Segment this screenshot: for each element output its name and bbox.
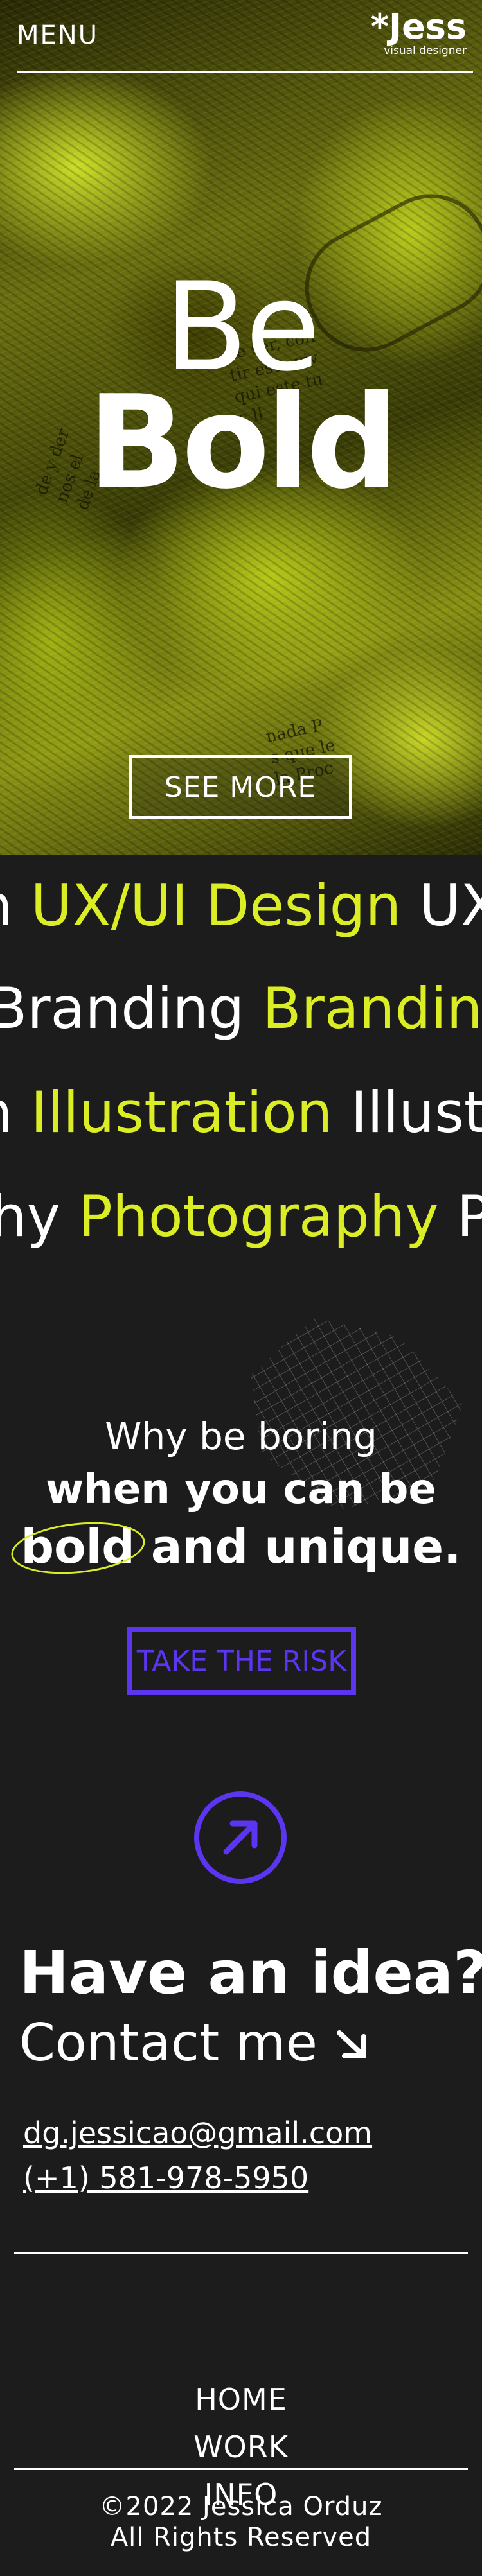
services-marquee: n UX/UI Design UX/ Branding Branding n Illus… xyxy=(0,855,482,1305)
why-text-line2: when you can be xyxy=(46,1466,436,1513)
menu-button[interactable]: MENU xyxy=(17,21,98,50)
nav-item-home[interactable]: HOME xyxy=(0,2376,482,2423)
nav-item-work[interactable]: WORK xyxy=(0,2423,482,2471)
copyright-line1: ©2022 Jessica Orduz xyxy=(99,2492,383,2521)
hero-section: de ser, con tir este viv qui este tu s l… xyxy=(0,0,482,855)
service-label: Illust xyxy=(350,1079,482,1145)
service-label: UX/ xyxy=(419,873,482,939)
service-label: Photography xyxy=(78,1183,439,1249)
contact-subheading-text: Contact me xyxy=(19,2013,317,2073)
logo-subtitle: visual designer xyxy=(384,44,467,57)
logo-text: *Jess xyxy=(370,6,467,47)
services-row: n UX/UI Design UX/ xyxy=(0,871,482,941)
phone-link[interactable]: (+1) 581-978-5950 xyxy=(23,2159,308,2197)
service-label: UX/UI Design xyxy=(30,873,402,939)
why-text-line3: bold and unique. xyxy=(0,1516,482,1580)
logo[interactable]: *Jess visual designer xyxy=(371,9,467,57)
service-label: Branding xyxy=(0,975,245,1041)
top-bar: MENU *Jess visual designer xyxy=(0,0,482,73)
service-label: n xyxy=(0,1079,13,1145)
services-row: hy Photography Ph xyxy=(0,1181,482,1252)
service-label: hy xyxy=(0,1183,60,1249)
why-text-line3-rest: and unique. xyxy=(134,1520,461,1574)
arrow-down-right-icon xyxy=(333,2015,371,2077)
contact-heading: Have an idea? xyxy=(19,1938,482,2007)
service-label: Branding xyxy=(262,975,482,1041)
services-row: Branding Branding xyxy=(0,973,482,1044)
arrow-up-right-icon[interactable] xyxy=(194,1791,287,1884)
see-more-button[interactable]: SEE MORE xyxy=(129,755,352,819)
hero-title-line2: Bold xyxy=(87,368,398,518)
contact-section: Have an idea? Contact me dg.jessicao@gma… xyxy=(0,1780,482,2255)
bold-highlight: bold xyxy=(8,1516,148,1580)
header-divider xyxy=(17,71,473,73)
why-text-line1: Why be boring xyxy=(105,1414,377,1458)
service-label: Illustration xyxy=(30,1079,333,1145)
contact-subheading: Contact me xyxy=(19,2012,371,2077)
footer-divider xyxy=(14,2252,468,2254)
copyright-line2: All Rights Reserved xyxy=(110,2523,372,2552)
email-link[interactable]: dg.jessicao@gmail.com xyxy=(23,2114,372,2152)
why-section: Why be boring when you can be bold and u… xyxy=(0,1305,482,1780)
take-the-risk-button[interactable]: TAKE THE RISK xyxy=(127,1627,356,1695)
services-row: n Illustration Illust xyxy=(0,1077,482,1148)
service-label: Ph xyxy=(456,1183,482,1249)
service-label: n xyxy=(0,873,13,939)
copyright: ©2022 Jessica Orduz All Rights Reserved xyxy=(0,2491,482,2553)
footer-divider xyxy=(14,2468,468,2470)
